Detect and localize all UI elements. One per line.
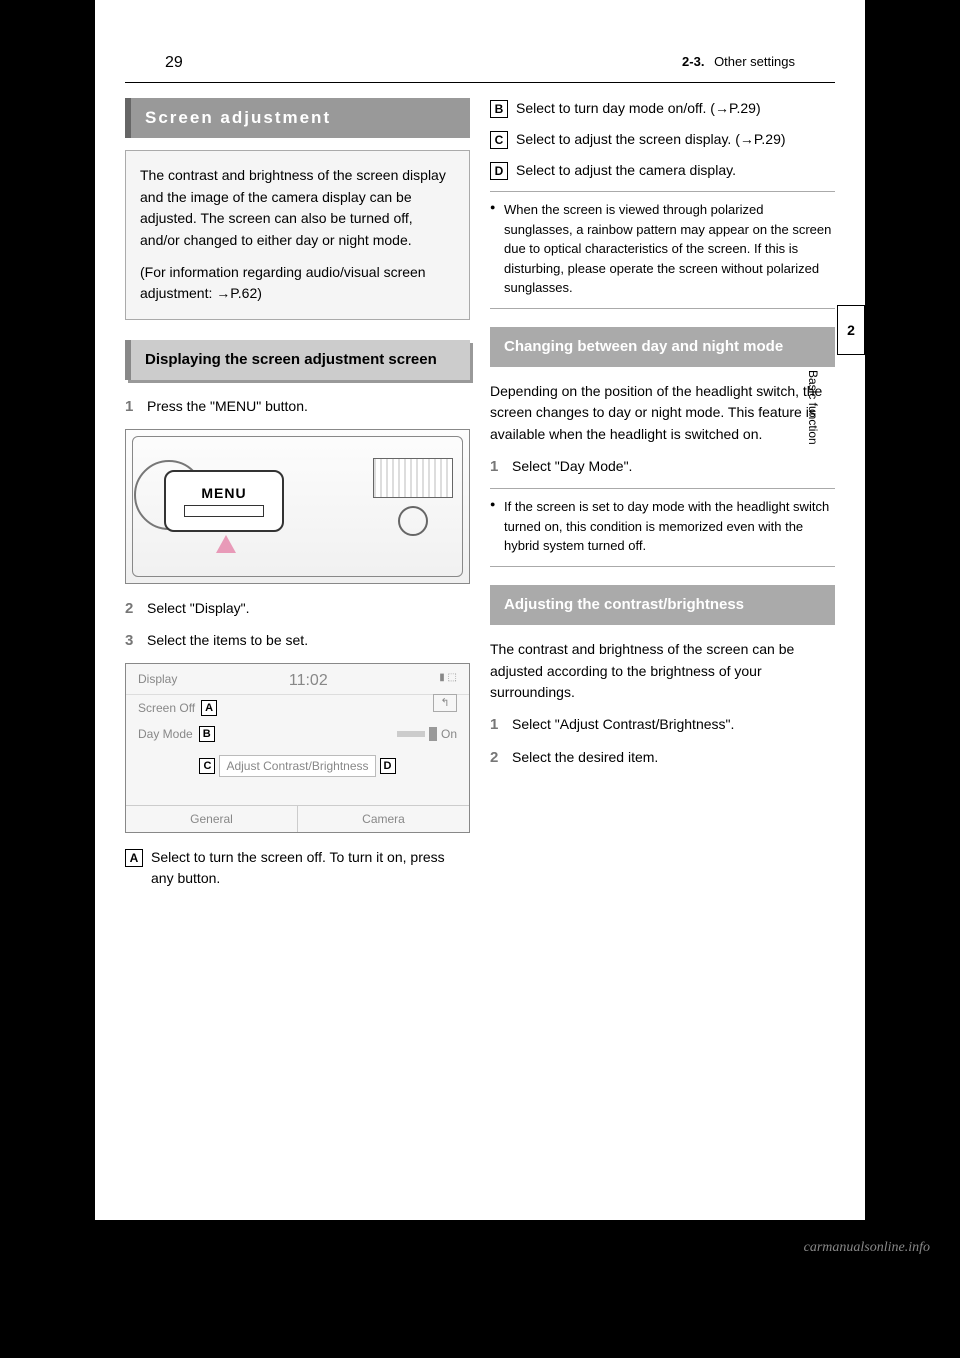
intro-paragraph-1: The contrast and brightness of the scree… <box>140 165 455 252</box>
callout-label-c: C <box>199 758 215 774</box>
step-3-text: Select the items to be set. <box>147 630 470 653</box>
main-title: Screen adjustment <box>125 98 470 138</box>
section-tab-label: Basic function <box>806 370 820 445</box>
item-c: C Select to adjust the screen display. (… <box>490 129 835 150</box>
day-mode-paragraph: Depending on the position of the headlig… <box>490 381 835 446</box>
item-d: D Select to adjust the camera display. <box>490 160 835 181</box>
item-b: B Select to turn day mode on/off. (→P.29… <box>490 98 835 119</box>
content-area: Screen adjustment The contrast and brigh… <box>95 83 865 929</box>
day-step-1-text: Select "Day Mode". <box>512 456 835 479</box>
status-icons: ▮ ⬚ <box>439 672 457 690</box>
row-day-mode: Day Mode B On <box>126 721 469 747</box>
intro-box: The contrast and brightness of the scree… <box>125 150 470 320</box>
page-number: 29 <box>165 54 183 72</box>
step-number: 1 <box>490 456 512 479</box>
callout-label-a: A <box>201 700 217 716</box>
back-icon: ↰ <box>433 694 457 712</box>
label-box-a: A <box>125 849 143 867</box>
section-tab: 2 <box>837 305 865 355</box>
item-a-text: Select to turn the screen off. To turn i… <box>151 847 470 889</box>
step-2-text: Select "Display". <box>147 598 470 621</box>
step-1-text: Press the "MENU" button. <box>147 396 470 419</box>
figure-menu-button: MENU <box>125 429 470 584</box>
breadcrumb: 2-3. Other settings <box>682 54 795 72</box>
divider <box>490 566 835 567</box>
label-box-b: B <box>490 100 508 118</box>
display-tabs: General Camera <box>126 805 469 832</box>
arrow-up-icon <box>216 535 236 553</box>
step-number: 1 <box>125 396 147 419</box>
note-day-mode-memory: If the screen is set to day mode with th… <box>504 497 835 556</box>
adjust-step-2: 2 Select the desired item. <box>490 747 835 770</box>
step-number: 2 <box>490 747 512 770</box>
intro-paragraph-2: (For information regarding audio/visual … <box>140 262 455 305</box>
label-box-d: D <box>490 162 508 180</box>
sub-heading-display-adjustment: Displaying the screen adjustment screen <box>125 340 470 380</box>
adjust-step-2-text: Select the desired item. <box>512 747 835 770</box>
display-title: Display <box>138 672 177 690</box>
item-b-text: Select to turn day mode on/off. (→P.29) <box>516 98 835 119</box>
item-d-text: Select to adjust the camera display. <box>516 160 835 181</box>
item-c-text: Select to adjust the screen display. (→P… <box>516 129 835 150</box>
callout-label-b: B <box>199 726 215 742</box>
tab-camera: Camera <box>298 806 469 832</box>
toggle-on-label: On <box>441 727 457 741</box>
console-knob-icon <box>398 506 428 536</box>
item-a: A Select to turn the screen off. To turn… <box>125 847 470 889</box>
adjust-step-1: 1 Select "Adjust Contrast/Brightness". <box>490 714 835 737</box>
row-screen-off: Screen Off A <box>126 695 469 721</box>
left-column: Screen adjustment The contrast and brigh… <box>125 98 470 899</box>
sub-heading-contrast-brightness: Adjusting the contrast/brightness <box>490 585 835 625</box>
toggle-track <box>397 731 425 737</box>
note-polarized: When the screen is viewed through polari… <box>504 200 835 298</box>
tab-general: General <box>126 806 298 832</box>
sub-heading-day-night: Changing between day and night mode <box>490 327 835 367</box>
divider <box>490 488 835 489</box>
page-container: 29 2-3. Other settings 2 Basic function … <box>95 0 865 1220</box>
step-2: 2 Select "Display". <box>125 598 470 621</box>
adjust-contrast-button: Adjust Contrast/Brightness <box>219 755 375 777</box>
divider <box>490 191 835 192</box>
chapter-number: 2-3. <box>682 54 704 69</box>
adjust-step-1-text: Select "Adjust Contrast/Brightness". <box>512 714 835 737</box>
center-console <box>367 458 459 558</box>
chapter-title: Other settings <box>714 54 795 69</box>
step-number: 3 <box>125 630 147 653</box>
menu-label: MENU <box>201 485 246 501</box>
right-column: B Select to turn day mode on/off. (→P.29… <box>490 98 835 899</box>
console-screen-icon <box>373 458 453 498</box>
label-box-c: C <box>490 131 508 149</box>
callout-label-d: D <box>380 758 396 774</box>
step-1: 1 Press the "MENU" button. <box>125 396 470 419</box>
menu-button-callout: MENU <box>164 470 284 532</box>
display-time: 11:02 <box>289 672 328 690</box>
display-header: Display 11:02 ▮ ⬚ <box>126 664 469 695</box>
page-header: 29 2-3. Other settings <box>125 0 835 83</box>
menu-button-rect <box>184 505 264 517</box>
divider <box>490 308 835 309</box>
step-number: 2 <box>125 598 147 621</box>
figure-display-screen: Display 11:02 ▮ ⬚ ↰ Screen Off A Day Mod… <box>125 663 470 833</box>
toggle-knob <box>429 727 437 741</box>
step-number: 1 <box>490 714 512 737</box>
footer-url: carmanualsonline.info <box>0 1220 960 1296</box>
row-adjust-contrast: C Adjust Contrast/Brightness D <box>126 755 469 777</box>
step-3: 3 Select the items to be set. <box>125 630 470 653</box>
adjust-paragraph: The contrast and brightness of the scree… <box>490 639 835 704</box>
screen-off-label: Screen Off <box>138 701 195 715</box>
day-mode-label: Day Mode <box>138 727 193 741</box>
section-tab-number: 2 <box>847 322 855 338</box>
day-step-1: 1 Select "Day Mode". <box>490 456 835 479</box>
day-mode-toggle: On <box>397 727 457 741</box>
